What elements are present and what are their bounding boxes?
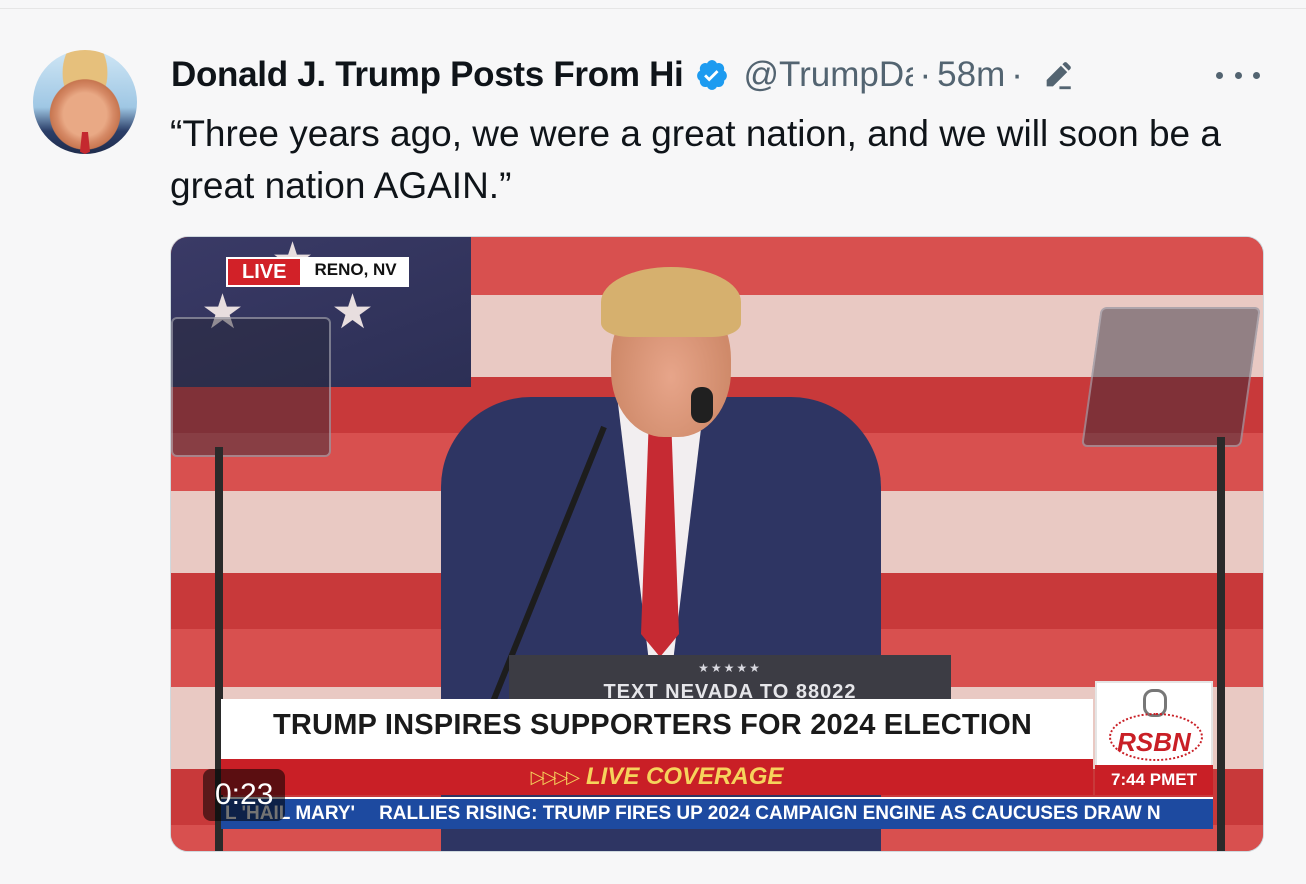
video-player[interactable]: ★ ★ ★ ★★★★★ TEXT NEVADA TO 88022 LIVE RE…	[170, 236, 1264, 852]
broadcast-time: 7:44 PMET	[1095, 765, 1213, 795]
live-label: LIVE	[226, 257, 303, 287]
teleprompter-left	[171, 317, 331, 457]
microphone	[691, 387, 713, 423]
ticker-main: RALLIES RISING: TRUMP FIRES UP 2024 CAMP…	[379, 803, 1161, 824]
author-name[interactable]: Donald J. Trump Posts From Hi	[171, 55, 684, 95]
separator: ·	[919, 55, 932, 94]
separator: ·	[1011, 55, 1023, 94]
author-handle[interactable]: @TrumpDa	[743, 55, 913, 95]
avatar[interactable]	[33, 50, 137, 154]
post-time[interactable]: 58m	[937, 55, 1005, 95]
edit-pencil-icon[interactable]	[1041, 58, 1075, 92]
coverage-label: LIVE COVERAGE	[586, 763, 784, 790]
news-ticker: L 'HAIL MARY' RALLIES RISING: TRUMP FIRE…	[221, 797, 1213, 829]
tweet-header: Donald J. Trump Posts From Hi @TrumpDa ·…	[171, 52, 1075, 98]
divider	[0, 8, 1306, 9]
speaker-hair	[601, 267, 741, 337]
logo-text: RSBN	[1117, 727, 1191, 757]
more-dots-icon[interactable]	[1216, 60, 1260, 90]
podium-stars: ★★★★★	[698, 661, 762, 675]
tweet-text: “Three years ago, we were a great nation…	[170, 113, 1221, 206]
video-duration: 0:23	[203, 769, 286, 821]
live-tag: LIVE RENO, NV	[226, 257, 409, 287]
location-label: RENO, NV	[302, 257, 409, 287]
arrows-icon: ▷▷▷▷	[530, 766, 580, 787]
verified-badge-icon	[697, 60, 728, 90]
lower-third-banner: TRUMP INSPIRES SUPPORTERS FOR 2024 ELECT…	[221, 699, 1093, 759]
prompter-pole	[1217, 437, 1225, 851]
banner-title: TRUMP INSPIRES SUPPORTERS FOR 2024 ELECT…	[273, 709, 1032, 741]
tweet[interactable]: Donald J. Trump Posts From Hi @TrumpDa ·…	[0, 8, 1306, 884]
star-icon: ★	[331, 286, 375, 339]
coverage-bar: ▷▷▷▷ LIVE COVERAGE	[221, 759, 1093, 795]
teleprompter-right	[1081, 307, 1261, 447]
